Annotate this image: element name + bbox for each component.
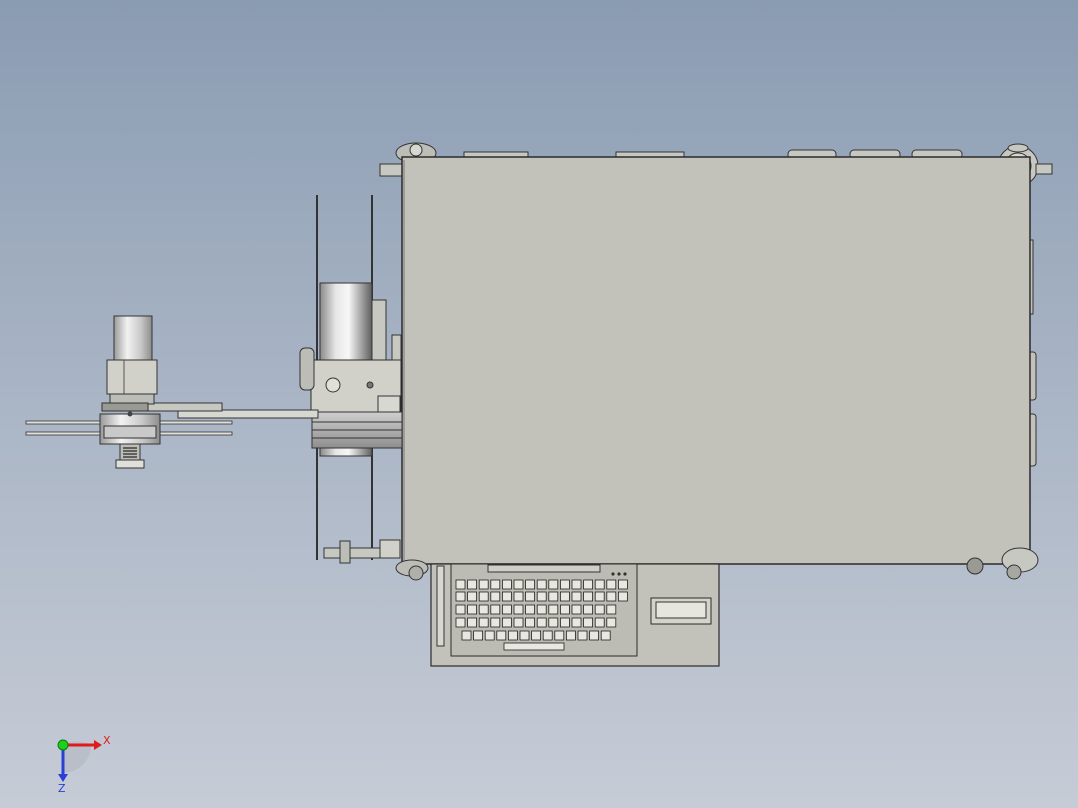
x-axis-label: X — [103, 734, 111, 747]
caster-bottom-left — [395, 559, 429, 581]
z-axis-label: Z — [58, 782, 66, 795]
keyboard-key[interactable] — [583, 591, 593, 602]
keyboard-key[interactable] — [583, 617, 593, 628]
keyboard-key[interactable] — [525, 617, 535, 628]
keyboard-key[interactable] — [560, 617, 570, 628]
keyboard-key[interactable] — [455, 591, 466, 602]
keyboard-key[interactable] — [473, 630, 484, 641]
keyboard-key[interactable] — [461, 630, 472, 641]
keyboard-key[interactable] — [583, 579, 593, 590]
keyboard-key[interactable] — [548, 617, 559, 628]
keyboard-key[interactable] — [560, 579, 570, 590]
keyboard-key[interactable] — [455, 617, 466, 628]
keyboard-key[interactable] — [536, 617, 547, 628]
keyboard-key[interactable] — [542, 630, 553, 641]
keyboard-key[interactable] — [606, 579, 617, 590]
keyboard-key[interactable] — [513, 579, 524, 590]
keyboard-key[interactable] — [618, 591, 628, 602]
orientation-triad: X Z — [57, 734, 111, 795]
keyboard-key[interactable] — [606, 617, 617, 628]
cutting-disc — [25, 411, 233, 469]
keyboard-key[interactable] — [571, 591, 582, 602]
keyboard-key[interactable] — [513, 617, 524, 628]
keyboard-key[interactable] — [490, 591, 501, 602]
keyboard-key[interactable] — [513, 591, 524, 602]
keyboard-key[interactable] — [548, 604, 559, 615]
keyboard-key[interactable] — [594, 617, 605, 628]
keyboard-key[interactable] — [525, 591, 535, 602]
keyboard-key[interactable] — [496, 630, 507, 641]
cylinder-actuator — [323, 539, 401, 564]
keyboard-spacebar[interactable] — [503, 642, 565, 651]
keyboard-key[interactable] — [467, 591, 478, 602]
keyboard-key[interactable] — [600, 630, 611, 641]
keyboard-key[interactable] — [519, 630, 530, 641]
spool-assembly[interactable] — [299, 195, 403, 564]
arm-motor-cylinder — [113, 315, 153, 363]
keyboard-key[interactable] — [594, 579, 605, 590]
keyboard-key[interactable] — [501, 604, 512, 615]
keyboard-key[interactable] — [467, 579, 478, 590]
keyboard-key[interactable] — [606, 604, 617, 615]
cabinet-assembly[interactable] — [379, 142, 1053, 581]
keyboard-key[interactable] — [513, 604, 524, 615]
keyboard-key[interactable] — [548, 579, 559, 590]
keyboard-key[interactable] — [577, 630, 588, 641]
cabinet-top-panel[interactable] — [401, 156, 1031, 565]
keyboard-key[interactable] — [536, 591, 547, 602]
keyboard-key[interactable] — [571, 579, 582, 590]
keyboard-key[interactable] — [589, 630, 599, 641]
keyboard-key[interactable] — [507, 630, 518, 641]
keyboard-key[interactable] — [478, 579, 489, 590]
keyboard-key[interactable] — [560, 604, 570, 615]
keyboard-key[interactable] — [455, 604, 466, 615]
keyboard-key[interactable] — [490, 604, 501, 615]
keyboard-key[interactable] — [525, 604, 535, 615]
keyboard-key[interactable] — [548, 591, 559, 602]
keyboard-key[interactable] — [571, 617, 582, 628]
arm-motor-block — [106, 359, 158, 395]
keyboard-key[interactable] — [560, 591, 570, 602]
keyboard-tray[interactable] — [430, 563, 720, 667]
keyboard-key[interactable] — [525, 579, 535, 590]
keyboard-key[interactable] — [467, 617, 478, 628]
keyboard-key[interactable] — [490, 617, 501, 628]
keyboard-key[interactable] — [501, 579, 512, 590]
keyboard-key[interactable] — [536, 604, 547, 615]
tray-slide-rail — [436, 565, 445, 647]
keyboard-key[interactable] — [501, 591, 512, 602]
arm-assembly[interactable] — [25, 315, 319, 469]
keyboard-key[interactable] — [531, 630, 541, 641]
keyboard-key[interactable] — [536, 579, 547, 590]
keyboard-key[interactable] — [618, 579, 628, 590]
keyboard-key[interactable] — [594, 591, 605, 602]
keyboard-key[interactable] — [571, 604, 582, 615]
keyboard-key[interactable] — [501, 617, 512, 628]
keyboard-key[interactable] — [478, 604, 489, 615]
keyboard-key[interactable] — [566, 630, 576, 641]
keyboard-key[interactable] — [484, 630, 495, 641]
keyboard-key[interactable] — [583, 604, 593, 615]
keyboard-key[interactable] — [554, 630, 565, 641]
keyboard-key[interactable] — [606, 591, 617, 602]
keyboard-key[interactable] — [478, 591, 489, 602]
keyboard-key[interactable] — [490, 579, 501, 590]
y-axis-dot — [57, 739, 69, 751]
mouse-pad-handle[interactable] — [650, 597, 712, 625]
cad-viewport[interactable]: X Z — [0, 0, 1078, 808]
keyboard-key[interactable] — [478, 617, 489, 628]
keyboard-key[interactable] — [594, 604, 605, 615]
keyboard-key[interactable] — [467, 604, 478, 615]
keyboard-key[interactable] — [455, 579, 466, 590]
